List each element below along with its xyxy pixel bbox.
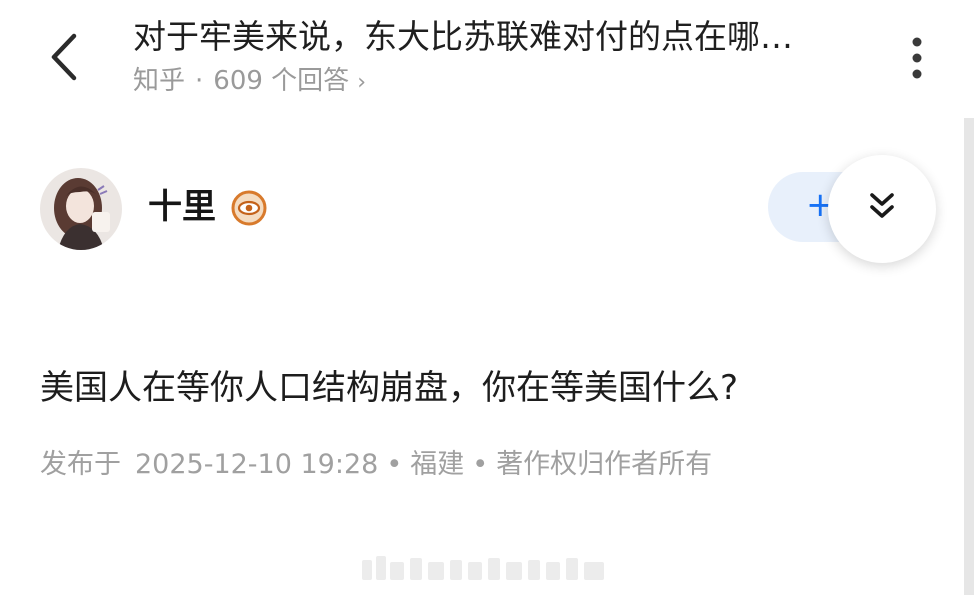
publish-location: 福建 [410, 449, 465, 480]
author-name[interactable]: 十里 [148, 186, 216, 228]
publish-prefix: 发布于 [40, 449, 121, 480]
avatar[interactable] [40, 168, 122, 250]
copyright-notice: 著作权归作者所有 [496, 449, 713, 480]
back-button[interactable] [40, 30, 88, 84]
expand-button[interactable] [828, 155, 936, 263]
watermark-image [362, 556, 604, 580]
meta-dot: • [472, 449, 489, 480]
top-bar: 对于牢美来说，东大比苏联难对付的点在哪… 知乎 · 609 个回答 › [0, 0, 974, 115]
publish-date: 2025-12-10 19:28 [135, 449, 379, 480]
chevron-right-icon: › [357, 70, 366, 95]
question-subtitle[interactable]: 知乎 · 609 个回答 › [133, 64, 366, 100]
source-label: 知乎 [133, 66, 186, 96]
chevron-left-icon [51, 33, 77, 81]
eye-badge-icon[interactable] [231, 190, 267, 226]
avatar-image [40, 168, 122, 250]
meta-dot: • [386, 449, 403, 480]
more-vertical-icon [912, 37, 922, 79]
author-row: 十里 + [0, 155, 974, 263]
subtitle-separator: · [195, 66, 204, 96]
more-options-button[interactable] [900, 34, 934, 82]
answer-meta: 发布于 2025-12-10 19:28 • 福建 • 著作权归作者所有 [40, 446, 712, 484]
answer-count: 609 个回答 [213, 66, 350, 96]
answer-content: 美国人在等你人口结构崩盘，你在等美国什么? [40, 368, 739, 408]
question-title[interactable]: 对于牢美来说，东大比苏联难对付的点在哪… [133, 16, 853, 58]
double-chevron-down-icon [870, 193, 894, 218]
